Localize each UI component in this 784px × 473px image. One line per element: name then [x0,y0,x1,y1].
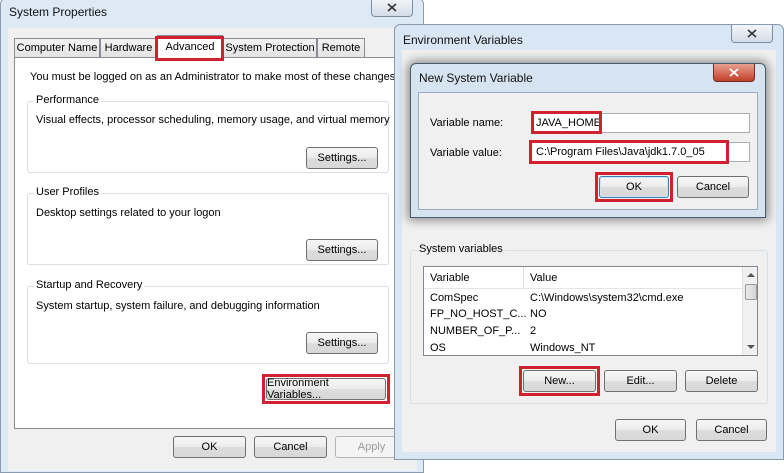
tab-hardware[interactable]: Hardware [100,38,157,57]
system-edit-button[interactable]: Edit... [604,370,677,392]
highlight-variable-value [529,140,729,164]
tab-computer-name[interactable]: Computer Name [14,38,100,57]
system-variables-title: System variables [417,243,505,255]
list-header: Variable Value [424,267,742,289]
system-properties-cancel-button[interactable]: Cancel [254,436,327,458]
variable-cell: OS [430,342,446,354]
highlight-environment-variables-button [262,374,390,404]
highlight-new-button [519,366,600,396]
column-header-variable[interactable]: Variable [430,272,470,284]
user-profiles-group-title: User Profiles [34,186,101,198]
system-properties-ok-button[interactable]: OK [173,436,246,458]
table-row[interactable]: OS Windows_NT [425,341,741,355]
variable-cell: NUMBER_OF_P... [430,325,521,337]
performance-description: Visual effects, processor scheduling, me… [36,114,390,126]
startup-recovery-settings-button[interactable]: Settings... [306,332,378,354]
new-system-variable-close-button[interactable] [713,64,755,82]
new-system-variable-cancel-button[interactable]: Cancel [677,176,749,198]
list-scrollbar[interactable] [742,267,758,355]
startup-recovery-group-title: Startup and Recovery [34,279,145,291]
new-system-variable-title: New System Variable [419,71,533,85]
variable-cell: ComSpec [430,292,479,304]
environment-variables-cancel-button[interactable]: Cancel [696,419,767,441]
startup-recovery-description: System startup, system failure, and debu… [36,300,320,312]
scroll-down-icon[interactable] [743,339,758,355]
column-header-value[interactable]: Value [530,272,557,284]
column-divider [523,267,524,289]
system-variables-list[interactable]: Variable Value ComSpec C:\Windows\system… [423,266,758,356]
performance-group-title: Performance [34,94,101,106]
tab-system-protection[interactable]: System Protection [223,38,317,57]
highlight-variable-name [531,111,602,134]
environment-variables-close-button[interactable] [731,25,773,43]
scroll-up-icon[interactable] [743,267,758,283]
value-cell: 2 [530,325,537,337]
system-properties-title: System Properties [9,5,108,19]
value-cell: Windows_NT [530,342,596,354]
scroll-thumb[interactable] [745,284,757,300]
close-icon [387,3,397,12]
user-profiles-description: Desktop settings related to your logon [36,207,221,219]
highlight-ok-button [595,172,673,202]
system-delete-button[interactable]: Delete [685,370,758,392]
value-cell: C:\Windows\system32\cmd.exe [530,292,684,304]
variable-name-label: Variable name: [430,117,504,129]
variable-value-label: Variable value: [430,147,502,159]
table-row[interactable]: ComSpec C:\Windows\system32\cmd.exe [425,291,741,307]
tab-remote[interactable]: Remote [317,38,365,57]
close-icon [747,29,757,38]
highlight-advanced-tab [155,36,224,61]
value-cell: NO [530,308,547,320]
system-properties-close-button[interactable] [371,0,413,17]
table-row[interactable]: FP_NO_HOST_C... NO [425,307,741,323]
close-icon [729,68,739,77]
user-profiles-settings-button[interactable]: Settings... [306,239,378,261]
environment-variables-ok-button[interactable]: OK [615,419,686,441]
variable-cell: FP_NO_HOST_C... [430,308,527,320]
admin-note: You must be logged on as an Administrato… [30,71,399,83]
table-row[interactable]: NUMBER_OF_P... 2 [425,324,741,340]
performance-settings-button[interactable]: Settings... [306,147,378,169]
